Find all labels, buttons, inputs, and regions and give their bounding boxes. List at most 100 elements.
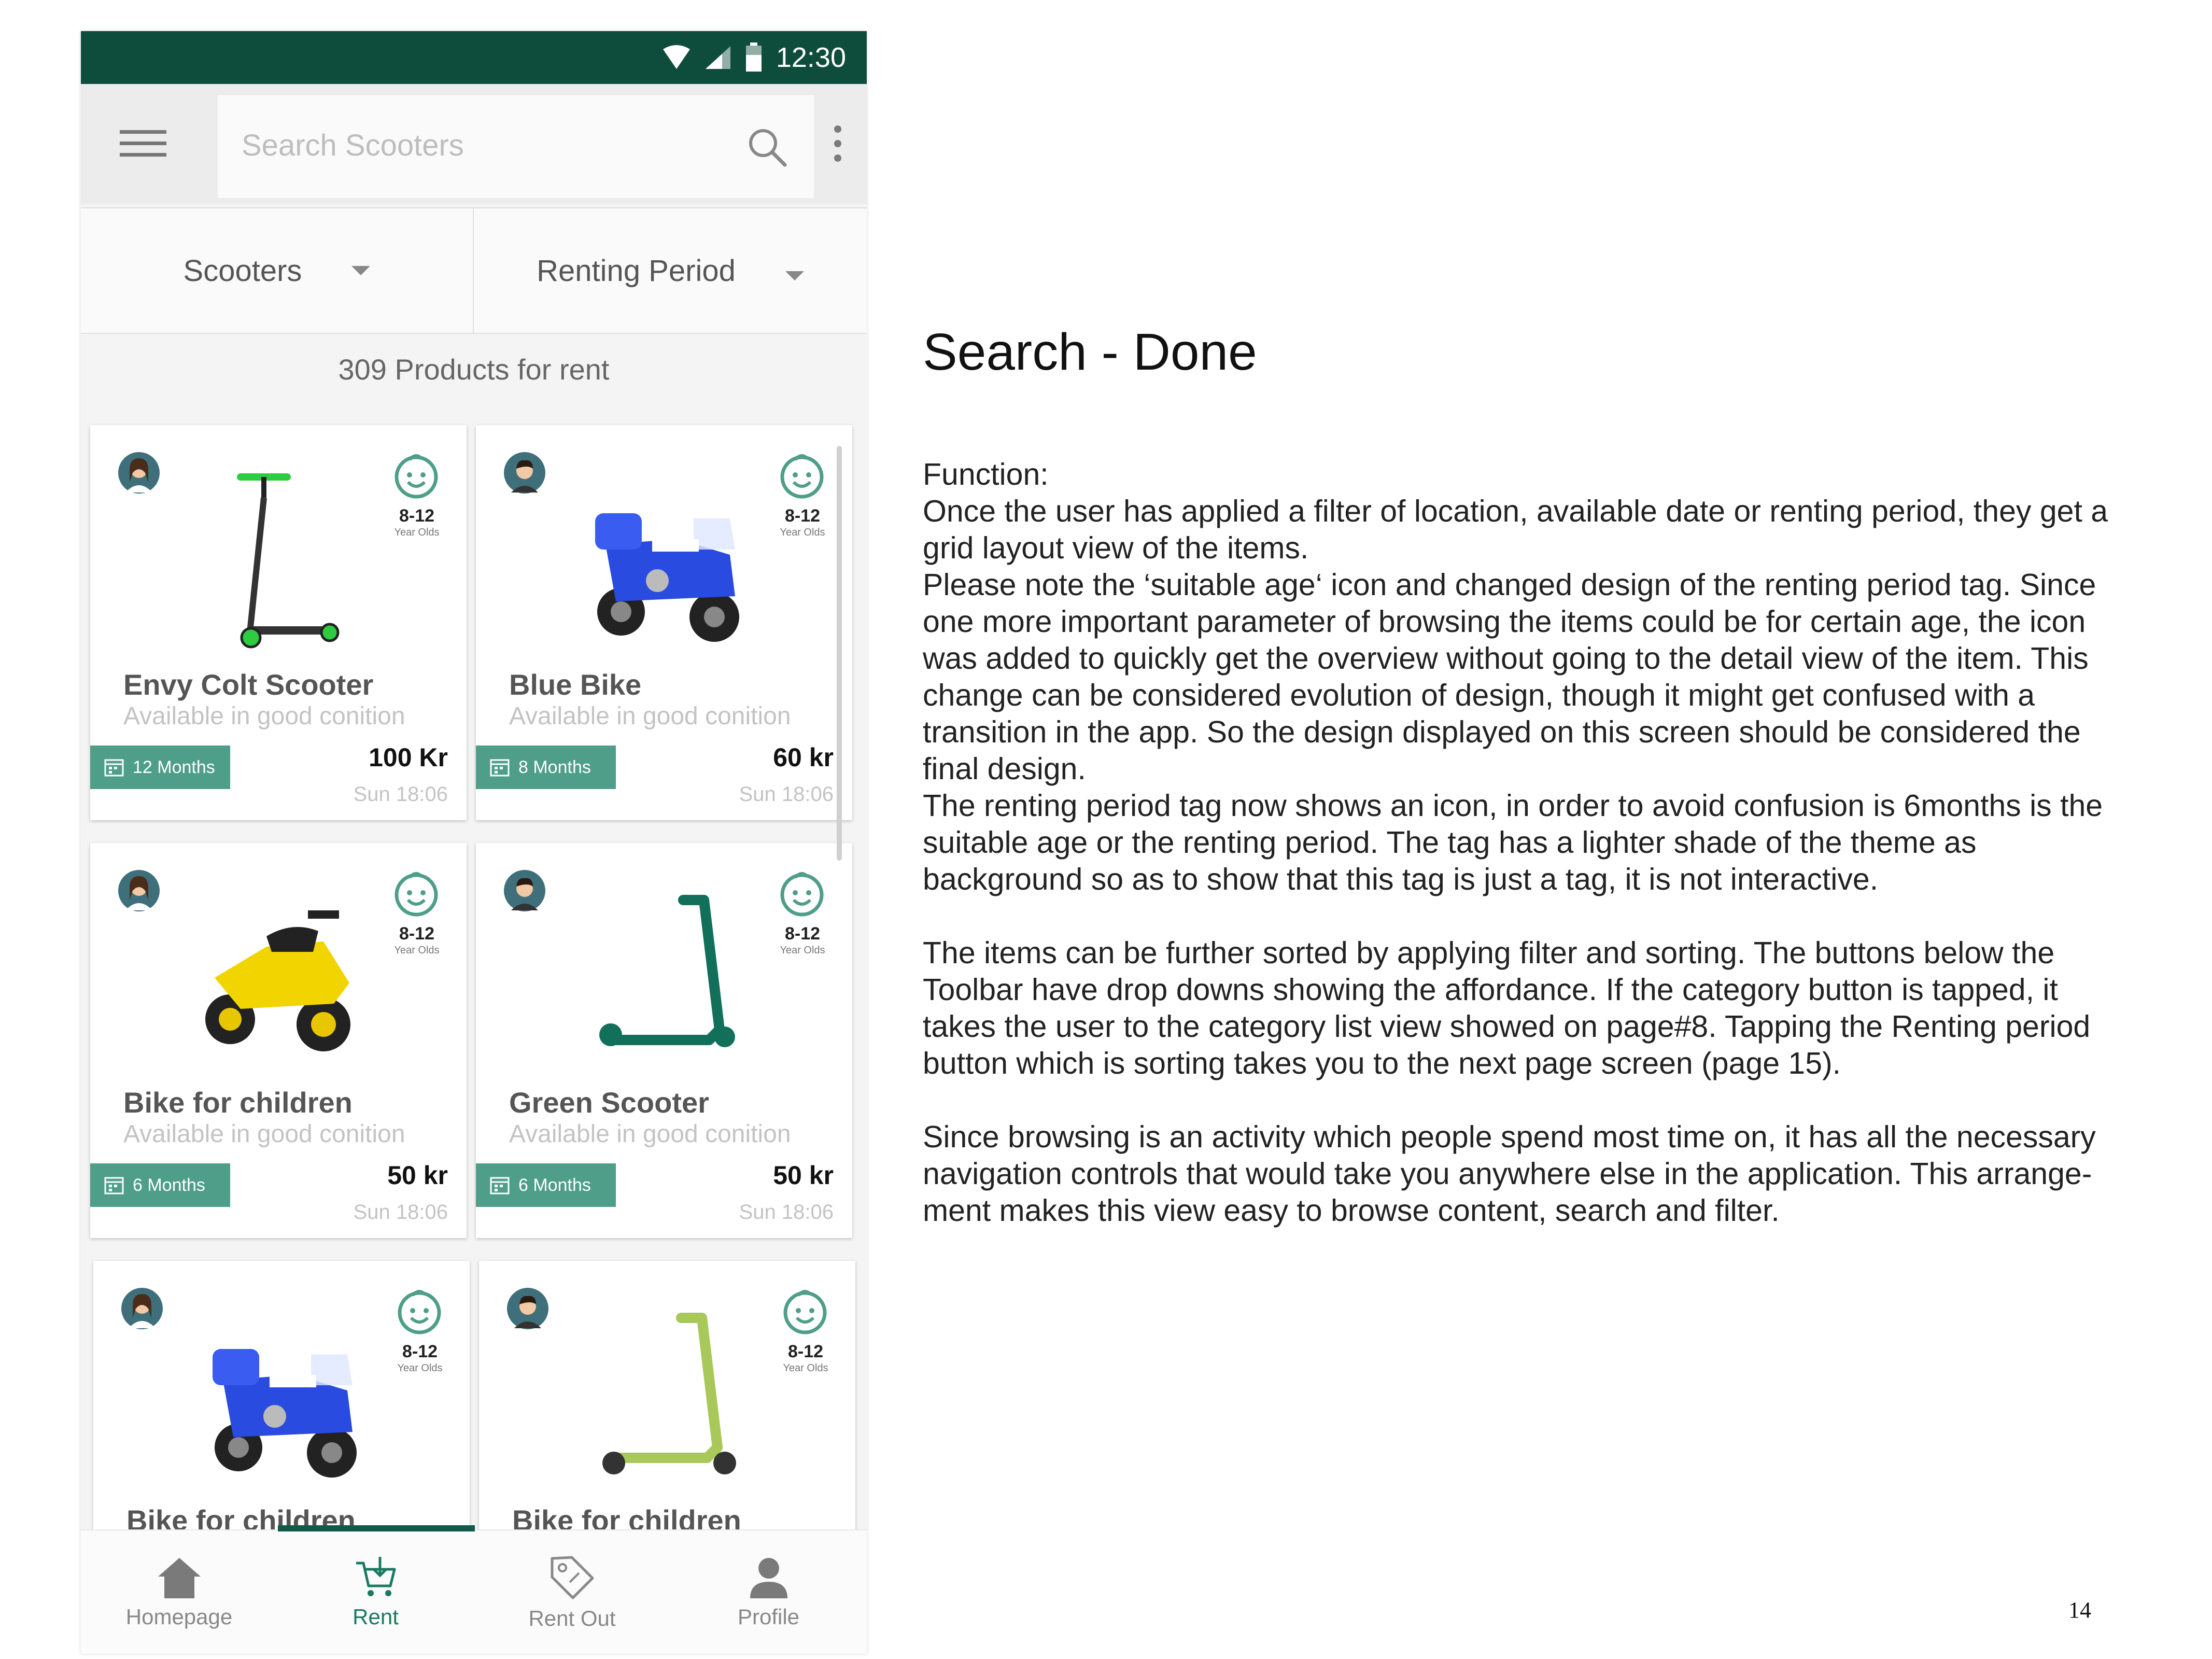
filter-bar: Scooters Renting Period <box>81 207 867 334</box>
product-card[interactable]: 8-12 Year Olds Green Scooter Available i… <box>476 843 852 1238</box>
child-face-icon <box>395 872 438 917</box>
home-icon <box>158 1558 201 1598</box>
renting-period-tag: 8 Months <box>476 746 616 789</box>
nav-rent[interactable]: Rent <box>277 1530 474 1654</box>
age-unit: Year Olds <box>783 1362 828 1374</box>
female-avatar <box>118 870 160 911</box>
product-time: Sun 18:06 <box>739 1201 834 1224</box>
lime-scooter-image <box>602 1313 736 1474</box>
nav-label: Rent <box>353 1605 399 1629</box>
child-face-icon <box>398 1290 441 1334</box>
menu-button[interactable] <box>117 120 169 167</box>
product-price: 60 kr <box>773 743 834 772</box>
age-unit: Year Olds <box>394 945 440 956</box>
page-title: Search - Done <box>923 323 1257 381</box>
description-text: Function: Once the user has applied a fi… <box>923 456 2125 1229</box>
product-time: Sun 18:06 <box>353 1201 448 1224</box>
age-unit: Year Olds <box>394 527 440 538</box>
age-range: 8-12 <box>784 506 821 526</box>
paragraph: The renting period tag now shows an icon… <box>923 789 2103 896</box>
renting-period-tag: 12 Months <box>90 746 230 789</box>
product-title: Blue Bike <box>509 668 642 701</box>
product-card[interactable]: 8-12 Year Olds Bike for children Availab… <box>90 843 467 1238</box>
phone-screen: 12:30 Scooters Renting Period 309 Produc… <box>81 31 867 1654</box>
nav-label: Profile <box>737 1605 800 1629</box>
product-card[interactable]: 8-12 Year Olds Blue Bike Available in go… <box>476 425 852 820</box>
cart-icon <box>356 1557 396 1596</box>
age-unit: Year Olds <box>780 945 825 956</box>
male-avatar <box>507 1288 548 1329</box>
person-icon <box>750 1558 787 1598</box>
scrollbar[interactable] <box>837 446 842 861</box>
age-range: 8-12 <box>784 924 821 944</box>
nav-label: Rent Out <box>528 1606 616 1630</box>
tag-icon <box>551 1556 594 1599</box>
search-input[interactable] <box>241 116 709 174</box>
child-face-icon <box>780 872 824 917</box>
product-title: Bike for children <box>123 1086 353 1119</box>
category-filter-button[interactable]: Scooters <box>81 208 474 333</box>
nav-label: Homepage <box>125 1605 233 1629</box>
blue-police-bike-image <box>213 1349 357 1478</box>
search-bar[interactable] <box>218 95 814 198</box>
calendar-icon <box>490 1177 510 1194</box>
paragraph: Once the user has applied a filter of lo… <box>923 494 2108 565</box>
age-range: 8-12 <box>402 1342 438 1361</box>
category-filter-label: Scooters <box>183 254 302 288</box>
renting-period-sort-button[interactable]: Renting Period <box>474 208 867 333</box>
bottom-navigation: Homepage Rent Rent Out Profile <box>81 1525 867 1654</box>
kick-scooter-image <box>237 473 340 649</box>
blue-police-bike-image <box>595 513 739 642</box>
more-dot <box>834 154 841 162</box>
calendar-icon <box>104 1177 124 1194</box>
green-scooter-image <box>599 895 735 1047</box>
product-time: Sun 18:06 <box>353 783 448 806</box>
renting-period-tag: 6 Months <box>476 1163 616 1207</box>
status-bar: 12:30 <box>81 31 867 84</box>
function-label: Function: <box>923 457 1049 491</box>
wifi-icon <box>663 45 690 69</box>
age-unit: Year Olds <box>780 527 825 538</box>
search-icon[interactable] <box>746 126 788 168</box>
page-number: 14 <box>2068 1597 2091 1623</box>
product-condition: Available in good conition <box>509 702 791 730</box>
child-face-icon <box>780 454 824 499</box>
product-time: Sun 18:06 <box>739 783 834 806</box>
dropdown-caret-icon <box>351 266 371 275</box>
renting-period-value: 6 Months <box>518 1175 591 1195</box>
yellow-bike-image <box>205 910 350 1051</box>
dropdown-caret-icon <box>785 271 804 280</box>
product-condition: Available in good conition <box>509 1120 791 1148</box>
age-range: 8-12 <box>399 924 435 944</box>
hamburger-menu-icon <box>120 130 166 157</box>
product-title: Green Scooter <box>509 1086 709 1119</box>
nav-profile[interactable]: Profile <box>670 1530 867 1654</box>
age-range: 8-12 <box>787 1342 824 1361</box>
renting-period-label: Renting Period <box>537 254 736 288</box>
paragraph: The items can be further sorted by apply… <box>923 936 2091 1080</box>
male-avatar <box>504 452 545 494</box>
paragraph: Since browsing is an activity which peop… <box>923 1120 2096 1228</box>
product-card[interactable]: 8-12 Year Olds Envy Colt Scooter Availab… <box>90 425 467 820</box>
clock: 12:30 <box>776 42 846 73</box>
age-range: 8-12 <box>399 506 435 526</box>
nav-rent-out[interactable]: Rent Out <box>474 1530 670 1654</box>
product-condition: Available in good conition <box>123 702 405 730</box>
calendar-icon <box>104 759 124 777</box>
products-count: 309 Products for rent <box>338 353 610 386</box>
age-unit: Year Olds <box>397 1362 443 1374</box>
more-options-button[interactable] <box>827 115 848 172</box>
paragraph: Please note the ‘suitable age‘ icon and … <box>923 568 2096 786</box>
renting-period-value: 6 Months <box>133 1175 205 1195</box>
female-avatar <box>118 452 160 494</box>
child-face-icon <box>783 1290 827 1334</box>
nav-homepage[interactable]: Homepage <box>81 1530 277 1654</box>
product-price: 50 kr <box>387 1161 448 1190</box>
male-avatar <box>504 870 545 911</box>
product-price: 50 kr <box>773 1161 834 1190</box>
female-avatar <box>121 1288 163 1329</box>
more-dot <box>834 140 841 147</box>
child-face-icon <box>395 454 438 499</box>
product-price: 100 Kr <box>369 743 448 772</box>
